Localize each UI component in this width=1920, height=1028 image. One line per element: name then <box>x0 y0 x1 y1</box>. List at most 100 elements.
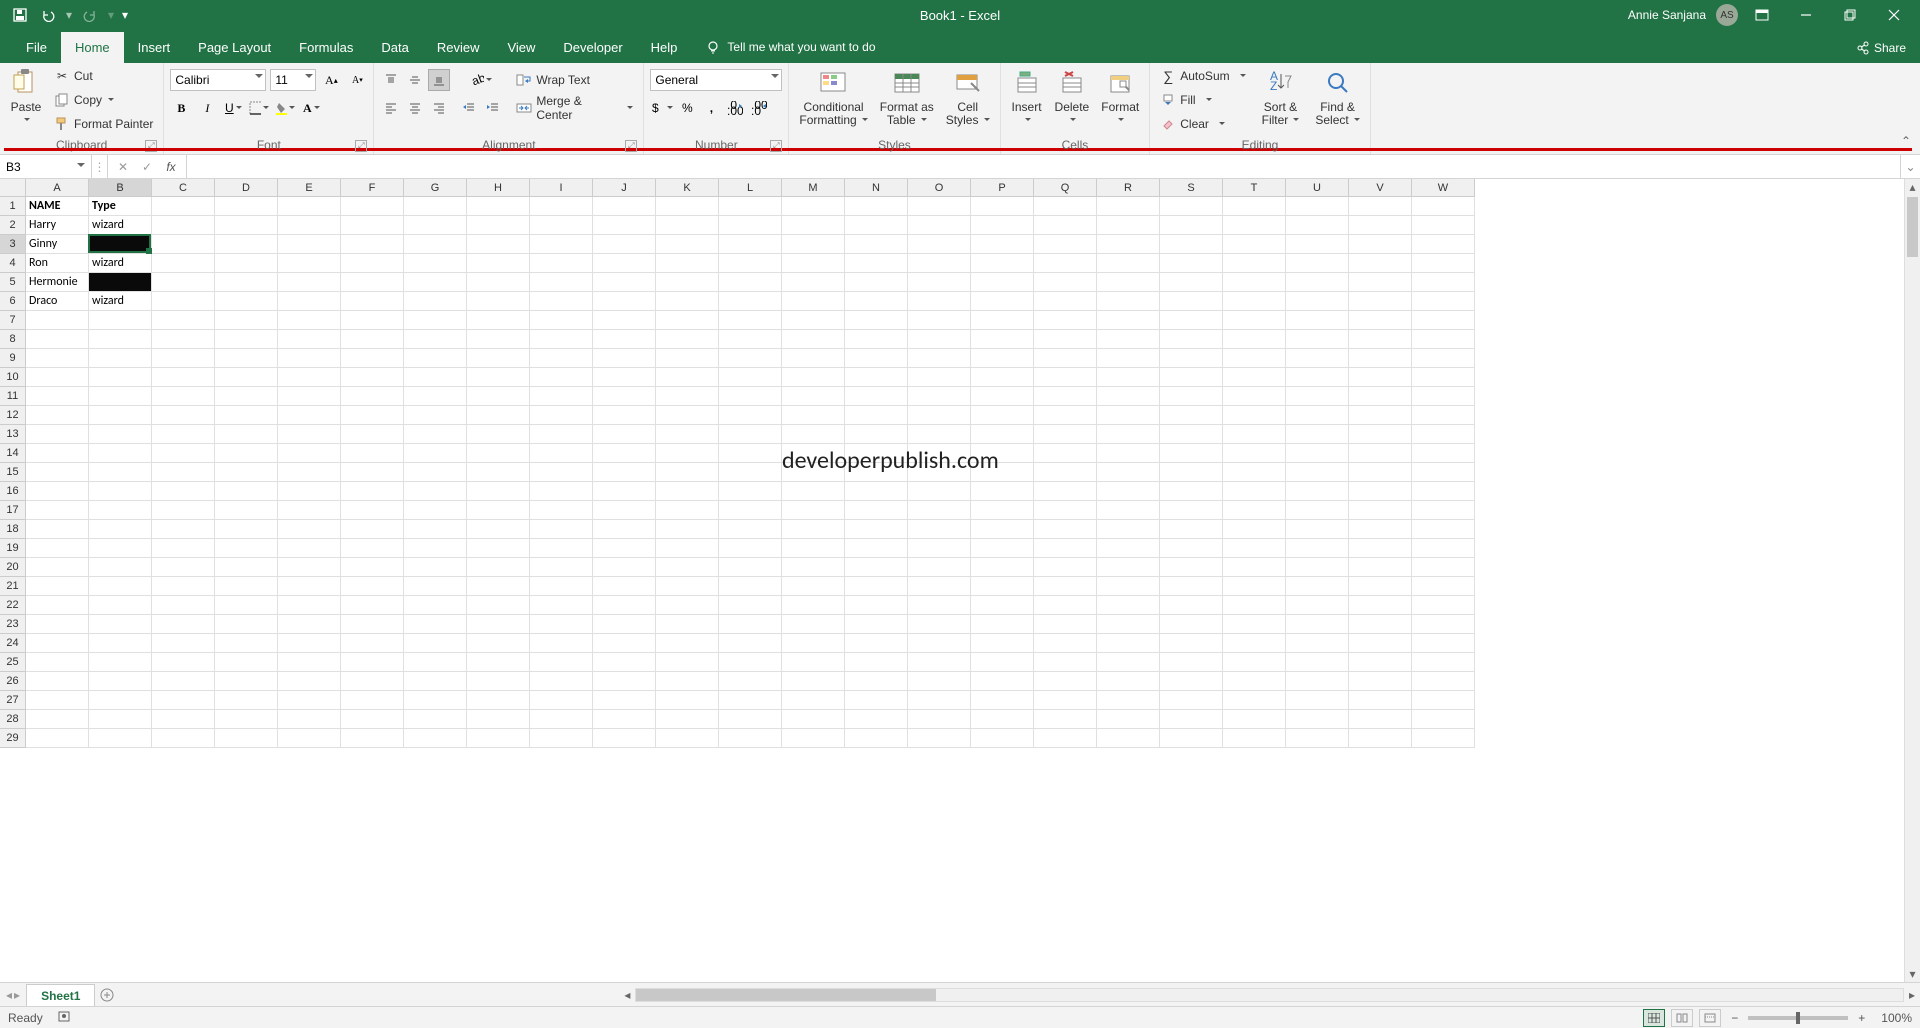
cell-W11[interactable] <box>1412 387 1475 406</box>
expand-formula-bar-icon[interactable]: ⌄ <box>1900 155 1920 178</box>
cell-A12[interactable] <box>26 406 89 425</box>
cell-K9[interactable] <box>656 349 719 368</box>
cell-P27[interactable] <box>971 691 1034 710</box>
cell-O22[interactable] <box>908 596 971 615</box>
scroll-up-icon[interactable]: ▴ <box>1905 179 1920 195</box>
cell-B23[interactable] <box>89 615 152 634</box>
cell-L22[interactable] <box>719 596 782 615</box>
col-header-I[interactable]: I <box>530 179 593 197</box>
cell-M17[interactable] <box>782 501 845 520</box>
cell-N29[interactable] <box>845 729 908 748</box>
redo-icon[interactable] <box>78 3 102 27</box>
fill-button[interactable]: Fill <box>1156 89 1249 111</box>
cell-F24[interactable] <box>341 634 404 653</box>
cell-G14[interactable] <box>404 444 467 463</box>
col-header-H[interactable]: H <box>467 179 530 197</box>
cell-V12[interactable] <box>1349 406 1412 425</box>
cell-Q6[interactable] <box>1034 292 1097 311</box>
cell-W24[interactable] <box>1412 634 1475 653</box>
cell-K22[interactable] <box>656 596 719 615</box>
cell-U25[interactable] <box>1286 653 1349 672</box>
cell-C28[interactable] <box>152 710 215 729</box>
cell-T5[interactable] <box>1223 273 1286 292</box>
cell-C19[interactable] <box>152 539 215 558</box>
cell-B18[interactable] <box>89 520 152 539</box>
cell-P20[interactable] <box>971 558 1034 577</box>
row-header-12[interactable]: 12 <box>0 406 26 425</box>
cell-F13[interactable] <box>341 425 404 444</box>
cell-N18[interactable] <box>845 520 908 539</box>
close-button[interactable] <box>1874 0 1914 30</box>
cell-U3[interactable] <box>1286 235 1349 254</box>
cell-V26[interactable] <box>1349 672 1412 691</box>
cell-E4[interactable] <box>278 254 341 273</box>
name-box[interactable]: B3 <box>0 155 92 178</box>
cell-N15[interactable] <box>845 463 908 482</box>
cell-U20[interactable] <box>1286 558 1349 577</box>
cell-L4[interactable] <box>719 254 782 273</box>
cell-P9[interactable] <box>971 349 1034 368</box>
cell-styles-button[interactable]: Cell Styles <box>942 65 994 129</box>
cell-W9[interactable] <box>1412 349 1475 368</box>
cell-W2[interactable] <box>1412 216 1475 235</box>
cell-B25[interactable] <box>89 653 152 672</box>
cell-T4[interactable] <box>1223 254 1286 273</box>
cell-M2[interactable] <box>782 216 845 235</box>
cell-K29[interactable] <box>656 729 719 748</box>
cell-F3[interactable] <box>341 235 404 254</box>
cell-T24[interactable] <box>1223 634 1286 653</box>
cell-W3[interactable] <box>1412 235 1475 254</box>
cell-D3[interactable] <box>215 235 278 254</box>
increase-indent-icon[interactable] <box>482 97 504 119</box>
cell-H23[interactable] <box>467 615 530 634</box>
cell-S20[interactable] <box>1160 558 1223 577</box>
cell-V25[interactable] <box>1349 653 1412 672</box>
cell-L26[interactable] <box>719 672 782 691</box>
cell-R14[interactable] <box>1097 444 1160 463</box>
zoom-out-button[interactable]: − <box>1727 1011 1742 1025</box>
cell-S15[interactable] <box>1160 463 1223 482</box>
delete-cells-button[interactable]: Delete <box>1051 65 1094 129</box>
col-header-D[interactable]: D <box>215 179 278 197</box>
cell-S16[interactable] <box>1160 482 1223 501</box>
cell-M9[interactable] <box>782 349 845 368</box>
cell-R26[interactable] <box>1097 672 1160 691</box>
cell-K14[interactable] <box>656 444 719 463</box>
cell-R9[interactable] <box>1097 349 1160 368</box>
cell-F21[interactable] <box>341 577 404 596</box>
cell-L19[interactable] <box>719 539 782 558</box>
merge-center-button[interactable]: Merge & Center <box>512 97 637 119</box>
italic-button[interactable]: I <box>196 97 218 119</box>
cell-Q29[interactable] <box>1034 729 1097 748</box>
cell-H13[interactable] <box>467 425 530 444</box>
cell-G20[interactable] <box>404 558 467 577</box>
cell-V29[interactable] <box>1349 729 1412 748</box>
cell-S22[interactable] <box>1160 596 1223 615</box>
cell-B8[interactable] <box>89 330 152 349</box>
cell-J28[interactable] <box>593 710 656 729</box>
cell-B9[interactable] <box>89 349 152 368</box>
format-as-table-button[interactable]: Format as Table <box>876 65 938 129</box>
cell-S6[interactable] <box>1160 292 1223 311</box>
autosum-button[interactable]: ∑AutoSum <box>1156 65 1249 87</box>
cell-T2[interactable] <box>1223 216 1286 235</box>
cell-L25[interactable] <box>719 653 782 672</box>
cell-O18[interactable] <box>908 520 971 539</box>
cell-B11[interactable] <box>89 387 152 406</box>
cell-J3[interactable] <box>593 235 656 254</box>
cell-N11[interactable] <box>845 387 908 406</box>
row-header-22[interactable]: 22 <box>0 596 26 615</box>
cell-A24[interactable] <box>26 634 89 653</box>
cell-L27[interactable] <box>719 691 782 710</box>
col-header-C[interactable]: C <box>152 179 215 197</box>
cell-M28[interactable] <box>782 710 845 729</box>
align-top-icon[interactable] <box>380 69 402 91</box>
cell-N17[interactable] <box>845 501 908 520</box>
cell-W25[interactable] <box>1412 653 1475 672</box>
cell-D14[interactable] <box>215 444 278 463</box>
cell-W10[interactable] <box>1412 368 1475 387</box>
cell-L13[interactable] <box>719 425 782 444</box>
cell-V21[interactable] <box>1349 577 1412 596</box>
cell-F15[interactable] <box>341 463 404 482</box>
cell-U11[interactable] <box>1286 387 1349 406</box>
